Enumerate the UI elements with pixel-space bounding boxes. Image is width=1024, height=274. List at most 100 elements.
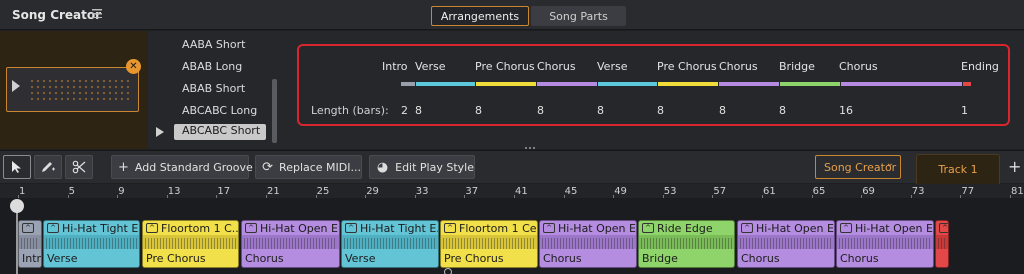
replace-midi-button[interactable]: ⟳ Replace MIDI... [255,155,362,179]
expand-icon[interactable]: ^ [22,223,34,233]
tab-arrangements[interactable]: Arrangements [431,6,529,26]
length-label: Length (bars): [311,104,389,117]
clip-pattern-name: Hi-Hat Open E... [558,221,636,235]
expand-icon[interactable]: ^ [840,223,852,233]
pattern-clip[interactable]: ^ Ride Edge Bridge [638,220,735,268]
section-length: 1 [961,104,968,117]
draw-tool-button[interactable] [34,155,62,179]
section-color-bar[interactable] [598,82,657,86]
add-standard-groove-button[interactable]: + Add Standard Groove [111,155,253,179]
section-color-bar[interactable] [719,82,779,86]
playhead-line [16,208,18,274]
clip-header: ^ Floortom 1 C... [143,221,238,235]
clip-section-label: Verse [342,249,438,267]
section-color-bar[interactable] [476,82,536,86]
clip-header: ^Hi-Hat Open E... [738,221,834,235]
song-creator-dropdown[interactable]: Song Creator ⌄ [815,155,901,179]
expand-icon[interactable]: ^ [939,223,948,233]
tab-track-1[interactable]: Track 1 [916,154,1000,184]
split-tool-button[interactable] [65,155,93,179]
list-scrollbar[interactable] [272,79,277,143]
expand-icon[interactable]: ^ [642,223,654,233]
pattern-clip[interactable]: ^Hi-Hat Tight E... Verse [43,220,140,268]
expand-icon[interactable]: ^ [245,223,257,233]
ruler-bar-label: 53 [663,186,677,197]
chevron-down-icon: ⌄ [885,158,894,169]
clip-section-label: Bridge [639,249,734,267]
section-color-bar[interactable] [963,82,971,86]
section-color-bar[interactable] [841,82,962,86]
add-track-button[interactable]: + [1008,157,1021,176]
select-tool-button[interactable] [3,155,31,179]
hamburger-menu-icon[interactable] [92,9,102,18]
section-color-bar[interactable] [658,82,718,86]
ruler-bar-label: 73 [911,186,925,197]
arrangement-thumbnail[interactable] [6,67,139,112]
add-standard-groove-label: Add Standard Groove [134,160,253,174]
clip-header: ^Hi-Hat Open E... [540,221,636,235]
list-item-abcabc-short[interactable]: ABCABC Short [174,124,266,140]
timeline-ruler[interactable]: 1 5 9 13 17 21 25 29 33 37 41 45 49 53 57 61 65 69 73 77 81 [0,184,1024,198]
pattern-clip[interactable]: ^Floortom 1 Ce... Pre Chorus [440,220,538,268]
list-item-aaba-short[interactable]: AABA Short [182,38,245,54]
section-length: 2 [401,104,408,117]
section-color-bar[interactable] [401,82,415,86]
clip-section-label: Pre Chorus [441,249,537,267]
clip-header: ^ [19,221,41,235]
pattern-clip[interactable]: ^ [935,220,949,268]
replace-arrows-icon: ⟳ [262,159,273,175]
ruler-bar-label: 33 [415,186,429,197]
ruler-bar-label: 5 [68,186,75,197]
loop-marker[interactable] [444,268,452,274]
ruler-bar-label: 37 [465,186,479,197]
palette-icon: ◕ [376,159,389,175]
clip-pattern-name: Hi-Hat Open E... [260,221,339,235]
list-item-abcabc-long[interactable]: ABCABC Long [182,104,257,120]
pattern-clip[interactable]: ^ Floortom 1 C... Pre Chorus [142,220,239,268]
section-length: 16 [839,104,853,117]
pattern-clip[interactable]: ^Hi-Hat Open E... Chorus [241,220,340,268]
ruler-bar-label: 1 [19,186,26,197]
arrangement-list: AABA Short ABAB Long ABAB Short ABCABC L… [148,31,280,149]
ruler-bar-label: 25 [316,186,330,197]
list-item-abab-short[interactable]: ABAB Short [182,82,245,98]
expand-icon[interactable]: ^ [47,223,59,233]
playhead-handle[interactable] [10,199,24,213]
section-length: 8 [537,104,544,117]
ruler-bar-label: 65 [812,186,826,197]
section-name: Pre Chorus [475,60,535,73]
section-length: 8 [597,104,604,117]
pattern-clip[interactable]: ^ Intro [18,220,42,268]
ruler-bar-label: 81 [1011,186,1024,197]
list-item-abab-long[interactable]: ABAB Long [182,60,242,76]
play-icon[interactable] [12,80,20,92]
section-color-bar[interactable] [416,82,475,86]
ruler-bar-label: 77 [961,186,975,197]
tab-song-parts[interactable]: Song Parts [531,6,626,26]
pattern-clip[interactable]: ^Hi-Hat Tight E... Verse [341,220,439,268]
expand-icon[interactable]: ^ [345,223,357,233]
section-name: Bridge [779,60,815,73]
close-icon[interactable]: ✕ [126,59,141,74]
clip-section-label: Chorus [738,249,834,267]
clip-section-label: Intro [19,249,41,267]
edit-play-style-button[interactable]: ◕ Edit Play Style [369,155,475,179]
clip-header: ^Hi-Hat Open E... [837,221,933,235]
expand-icon[interactable]: ^ [543,223,555,233]
pattern-clip[interactable]: ^Hi-Hat Open E... Chorus [836,220,934,268]
play-icon[interactable] [156,127,164,137]
pattern-clip[interactable]: ^Hi-Hat Open E... Chorus [539,220,637,268]
clip-section-label [936,249,948,267]
section-color-bar[interactable] [537,82,597,86]
ruler-bar-label: 41 [515,186,528,197]
pattern-clip[interactable]: ^Hi-Hat Open E... Chorus [737,220,835,268]
ruler-bar-label: 21 [267,186,280,197]
expand-icon[interactable]: ^ [444,223,456,233]
expand-icon[interactable]: ^ [146,223,158,233]
pencil-icon [42,162,55,172]
expand-icon[interactable]: ^ [741,223,753,233]
clip-pattern-name: Floortom 1 C... [161,221,238,235]
resize-grip[interactable] [524,147,536,149]
clip-pattern-name: Hi-Hat Open E... [756,221,834,235]
section-color-bar[interactable] [780,82,840,86]
